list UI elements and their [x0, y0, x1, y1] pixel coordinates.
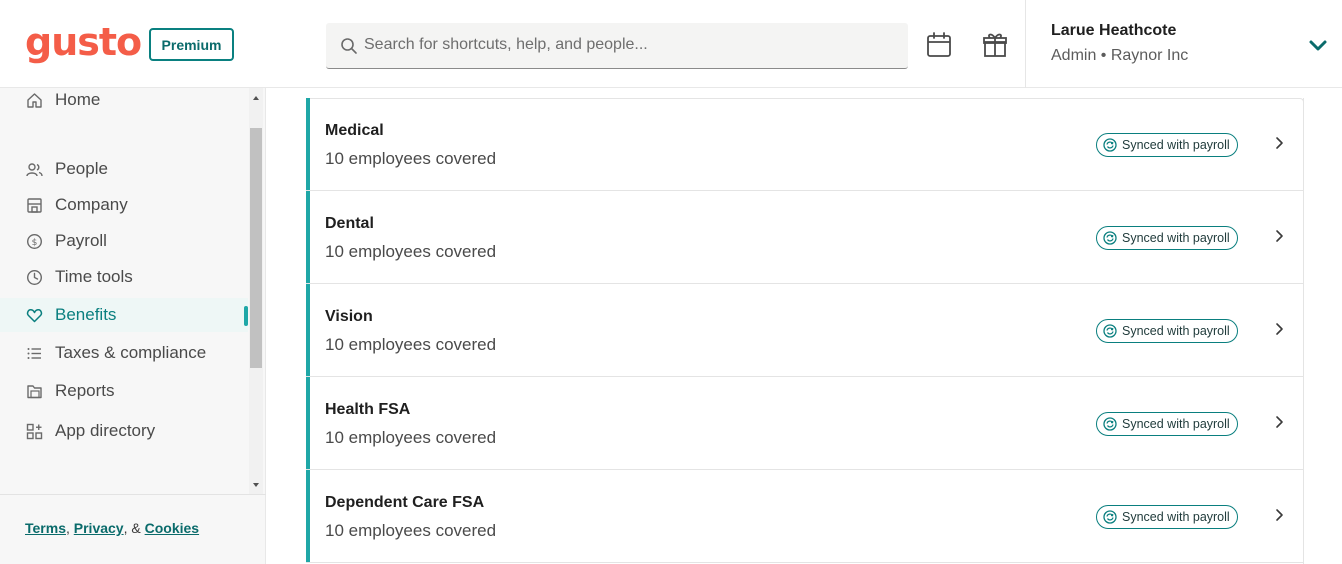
benefit-coverage: 10 employees covered	[325, 521, 497, 540]
sidebar-item-label: Reports	[55, 381, 115, 400]
clock-icon	[26, 269, 43, 285]
home-icon	[27, 92, 42, 108]
chevron-right-icon[interactable]	[1273, 322, 1285, 336]
benefit-row-dental[interactable]: Dental 10 employees covered Synced with …	[306, 191, 1304, 284]
sidebar-item-time-tools[interactable]: Time tools	[0, 260, 248, 294]
benefit-title: Dental	[325, 215, 374, 232]
sync-icon	[1103, 417, 1117, 431]
sidebar-item-label: App directory	[55, 421, 156, 440]
user-name[interactable]: Larue Heathcote	[1051, 22, 1176, 40]
calendar-icon[interactable]	[925, 31, 953, 59]
benefit-coverage: 10 employees covered	[325, 428, 497, 447]
sidebar-item-app-directory[interactable]: App directory	[0, 414, 248, 448]
heart-icon	[26, 308, 43, 322]
scrollbar-thumb[interactable]	[250, 128, 262, 368]
sidebar: Home People Company $ Payroll Time tools	[0, 88, 266, 564]
benefit-title: Dependent Care FSA	[325, 494, 485, 511]
sync-icon	[1103, 231, 1117, 245]
company-icon	[27, 197, 42, 213]
chevron-right-icon[interactable]	[1273, 508, 1285, 522]
legal-footer: Terms, Privacy, & Cookies	[25, 520, 199, 536]
premium-badge[interactable]: Premium	[149, 28, 234, 61]
sidebar-item-company[interactable]: Company	[0, 188, 248, 222]
row-accent-bar	[306, 191, 310, 283]
benefit-title: Health FSA	[325, 401, 411, 418]
sidebar-item-label: Time tools	[55, 267, 133, 286]
row-accent-bar	[306, 470, 310, 562]
synced-badge-label: Synced with payroll	[1122, 324, 1230, 338]
search-input[interactable]	[364, 23, 894, 67]
cookies-link[interactable]: Cookies	[145, 520, 199, 536]
privacy-link[interactable]: Privacy	[74, 520, 124, 536]
active-indicator	[244, 306, 248, 326]
chevron-down-icon[interactable]	[1307, 34, 1329, 56]
scroll-down-arrow-icon[interactable]	[250, 478, 262, 492]
benefit-row-vision[interactable]: Vision 10 employees covered Synced with …	[306, 284, 1304, 377]
footer-separator: ,	[65, 520, 70, 536]
synced-badge: Synced with payroll	[1096, 133, 1238, 157]
benefit-title: Medical	[325, 122, 384, 139]
gift-icon[interactable]	[981, 31, 1009, 59]
benefit-coverage: 10 employees covered	[325, 149, 497, 168]
chevron-right-icon[interactable]	[1273, 229, 1285, 243]
benefit-title: Vision	[325, 308, 373, 325]
row-accent-bar	[306, 284, 310, 376]
sidebar-item-label: Payroll	[55, 231, 107, 250]
sync-icon	[1103, 510, 1117, 524]
sync-icon	[1103, 324, 1117, 338]
footer-separator: , &	[123, 520, 141, 536]
synced-badge-label: Synced with payroll	[1122, 138, 1230, 152]
chevron-right-icon[interactable]	[1273, 136, 1285, 150]
synced-badge: Synced with payroll	[1096, 319, 1238, 343]
sidebar-item-taxes-compliance[interactable]: Taxes & compliance	[0, 336, 248, 370]
synced-badge-label: Synced with payroll	[1122, 417, 1230, 431]
apps-icon	[26, 423, 43, 439]
sync-icon	[1103, 138, 1117, 152]
payroll-icon: $	[26, 233, 43, 249]
row-accent-bar	[306, 377, 310, 469]
search-bar[interactable]	[326, 23, 908, 69]
people-icon	[26, 162, 43, 176]
search-icon	[341, 38, 357, 54]
synced-badge: Synced with payroll	[1096, 226, 1238, 250]
svg-text:$: $	[32, 238, 38, 248]
sidebar-item-payroll[interactable]: $ Payroll	[0, 224, 248, 258]
synced-badge-label: Synced with payroll	[1122, 510, 1230, 524]
benefit-coverage: 10 employees covered	[325, 242, 497, 261]
header-divider	[1025, 0, 1026, 88]
synced-badge: Synced with payroll	[1096, 505, 1238, 529]
sidebar-item-label: People	[55, 159, 108, 178]
sidebar-item-label: Benefits	[55, 305, 117, 324]
benefit-row-medical[interactable]: Medical 10 employees covered Synced with…	[306, 98, 1304, 191]
row-accent-bar	[306, 98, 310, 190]
chevron-right-icon[interactable]	[1273, 415, 1285, 429]
sidebar-item-label: Company	[55, 195, 128, 214]
benefit-row-health-fsa[interactable]: Health FSA 10 employees covered Synced w…	[306, 377, 1304, 470]
top-header: gusto Premium Larue Heathcote Admin • Ra…	[0, 0, 1342, 88]
user-role: Admin • Raynor Inc	[1051, 47, 1189, 64]
list-icon	[27, 347, 41, 359]
sidebar-item-home[interactable]: Home	[0, 83, 248, 117]
folder-icon	[27, 384, 42, 398]
sidebar-item-benefits[interactable]: Benefits	[0, 298, 248, 332]
terms-link[interactable]: Terms	[25, 520, 66, 536]
sidebar-item-label: Home	[55, 90, 101, 109]
sidebar-item-label: Taxes & compliance	[55, 343, 207, 362]
synced-badge: Synced with payroll	[1096, 412, 1238, 436]
gusto-logo[interactable]: gusto	[25, 20, 142, 64]
sidebar-item-reports[interactable]: Reports	[0, 374, 248, 408]
synced-badge-label: Synced with payroll	[1122, 231, 1230, 245]
sidebar-footer-divider	[0, 494, 266, 495]
benefit-coverage: 10 employees covered	[325, 335, 497, 354]
benefit-row-dependent-care-fsa[interactable]: Dependent Care FSA 10 employees covered …	[306, 470, 1304, 563]
scroll-up-arrow-icon[interactable]	[250, 91, 262, 105]
sidebar-item-people[interactable]: People	[0, 152, 248, 186]
